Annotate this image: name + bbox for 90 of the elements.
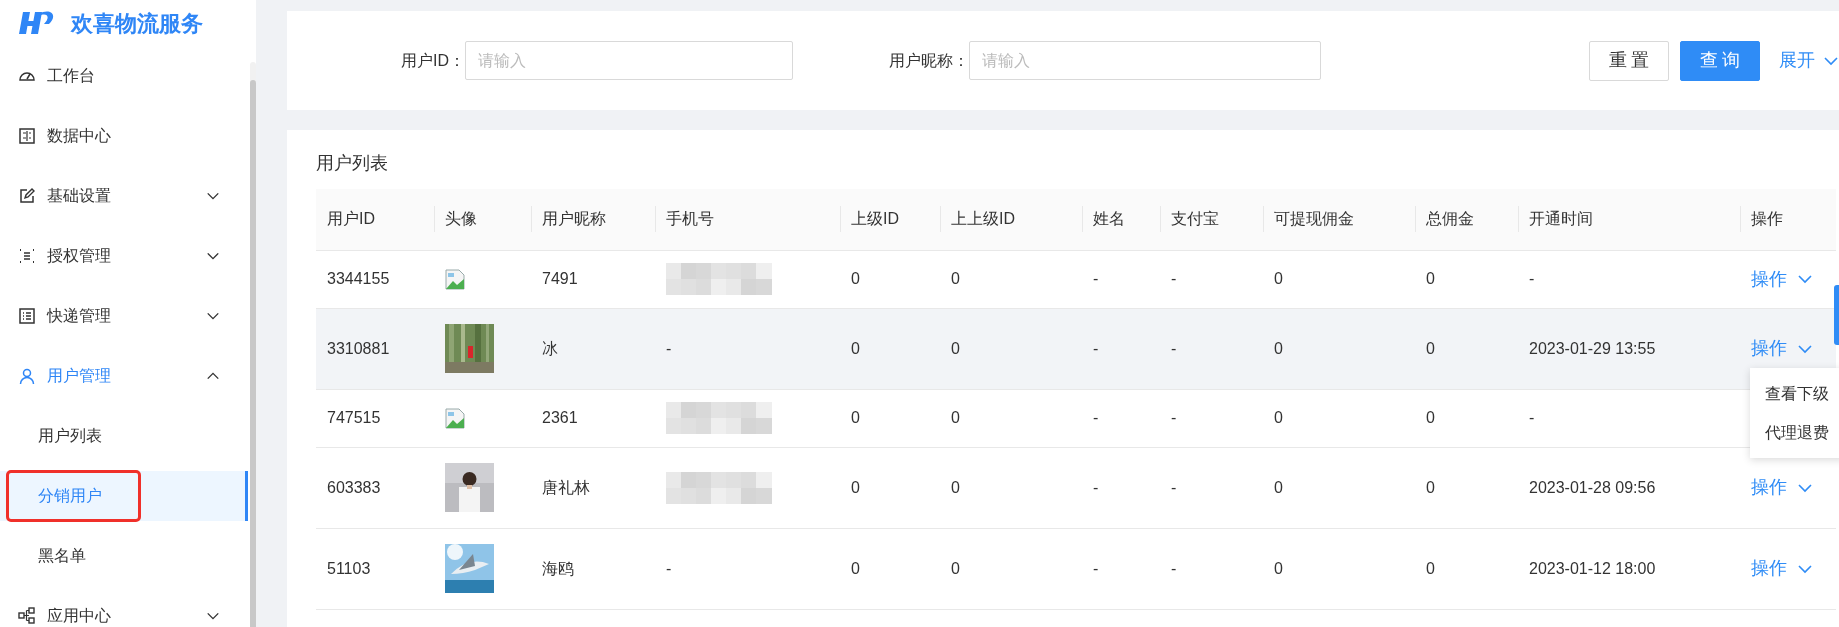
table-cell: -	[1171, 409, 1177, 426]
column-header: 用户ID	[316, 189, 434, 250]
table-cell: 0	[851, 559, 860, 577]
table-cell: 0	[851, 339, 860, 357]
column-header: 总佣金	[1415, 189, 1518, 250]
menu-item[interactable]: 快递管理	[0, 286, 248, 346]
broken-image-icon	[445, 407, 465, 429]
table-row[interactable]: 603383 唐礼林 0 0 - - 0 0 2023-01-28 09:56 操作	[316, 447, 1836, 528]
table-cell: -	[1093, 409, 1099, 426]
menu-item[interactable]: 应用中心	[0, 586, 248, 627]
column-header: 手机号	[655, 189, 840, 250]
table-cell: -	[666, 339, 672, 357]
field-label: 用户昵称：	[888, 50, 969, 71]
input-field[interactable]: 请输入	[969, 41, 1321, 80]
column-header: 可提现佣金	[1263, 189, 1415, 250]
table-cell: 0	[1426, 270, 1435, 287]
table-cell: 0	[951, 339, 960, 357]
table-cell: 7491	[542, 270, 578, 287]
table-cell: 0	[851, 409, 860, 426]
table-cell: 0	[851, 478, 860, 496]
user-icon	[18, 367, 36, 385]
table-cell: 0	[1426, 478, 1435, 496]
table-cell: 0	[1274, 270, 1283, 287]
side-tab[interactable]	[1834, 285, 1839, 345]
field-label: 用户ID：	[400, 50, 465, 71]
menu-item[interactable]: 基础设置	[0, 166, 248, 226]
table-cell: 603383	[327, 478, 381, 496]
table-cell: 747515	[327, 409, 381, 426]
column-header: 姓名	[1082, 189, 1160, 250]
table-cell: -	[1529, 270, 1535, 287]
action-dropdown[interactable]: 操作	[1751, 474, 1813, 501]
table-cell: 0	[1426, 339, 1435, 357]
table-cell: 冰	[542, 339, 558, 357]
table-cell: 2361	[542, 409, 578, 426]
column-header: 上上级ID	[940, 189, 1082, 250]
submenu-item[interactable]: 黑名单	[0, 531, 248, 581]
table-cell: -	[1093, 339, 1099, 357]
menu-item[interactable]: 数据中心	[0, 106, 248, 166]
table-cell: 0	[1274, 478, 1283, 496]
table-cell: -	[1171, 270, 1177, 287]
column-header: 支付宝	[1160, 189, 1263, 250]
table-cell: 0	[1274, 559, 1283, 577]
table-cell: 0	[1274, 339, 1283, 357]
column-header: 上级ID	[840, 189, 940, 250]
table-cell: 0	[951, 559, 960, 577]
action-dropdown[interactable]: 操作	[1751, 265, 1813, 293]
table-cell: 2023-01-12 18:00	[1529, 559, 1656, 577]
table-cell: -	[1529, 409, 1535, 426]
table-cell: -	[666, 559, 672, 577]
expand-link[interactable]: 展开	[1779, 47, 1839, 74]
menu-item[interactable]: 工作台	[0, 46, 248, 106]
menu-item[interactable]: 授权管理	[0, 226, 248, 286]
table-cell: 2023-01-29 13:55	[1529, 339, 1656, 357]
table-cell: -	[1093, 270, 1099, 287]
table-cell: 0	[1426, 409, 1435, 426]
broken-image-icon	[445, 268, 465, 290]
table-cell: 3344155	[327, 270, 390, 287]
column-header: 操作	[1740, 189, 1836, 250]
menu-item[interactable]: 用户管理	[0, 346, 248, 406]
table-row[interactable]: 51103 海鸥 - 0 0 - - 0 0 2023-01-12 18:00 操作	[316, 528, 1836, 609]
scan-icon	[18, 247, 36, 265]
table-cell: -	[1171, 339, 1177, 357]
table-cell: 0	[951, 478, 960, 496]
table-cell: -	[1093, 559, 1099, 577]
table-cell: 唐礼林	[542, 478, 590, 496]
edit-icon	[18, 187, 36, 205]
table-cell: 51103	[327, 559, 371, 577]
grid-icon	[18, 127, 36, 145]
table-cell: -	[1171, 478, 1177, 496]
list-icon	[18, 307, 36, 325]
reset-button[interactable]: 重置	[1589, 40, 1669, 81]
column-header: 头像	[434, 189, 531, 250]
table-cell: 0	[1274, 409, 1283, 426]
input-field[interactable]: 请输入	[465, 41, 793, 80]
column-header: 用户昵称	[531, 189, 655, 250]
table-cell: -	[1171, 559, 1177, 577]
submenu-item[interactable]: 用户列表	[0, 411, 248, 461]
table-cell: 海鸥	[542, 559, 574, 577]
table-cell: -	[1093, 478, 1099, 496]
table-cell: 3310881	[327, 339, 390, 357]
table-cell: 2023-01-28 09:56	[1529, 478, 1656, 496]
table-cell: 0	[1426, 559, 1435, 577]
table-cell: 0	[851, 270, 860, 287]
action-dropdown[interactable]: 操作	[1751, 555, 1813, 582]
table-title: 用户列表	[316, 152, 389, 175]
brand-title: 欢喜物流服务	[71, 9, 203, 38]
table-cell: 0	[951, 270, 960, 287]
table-cell: 0	[951, 409, 960, 426]
column-header: 开通时间	[1518, 189, 1740, 250]
nodes-icon	[18, 607, 36, 625]
